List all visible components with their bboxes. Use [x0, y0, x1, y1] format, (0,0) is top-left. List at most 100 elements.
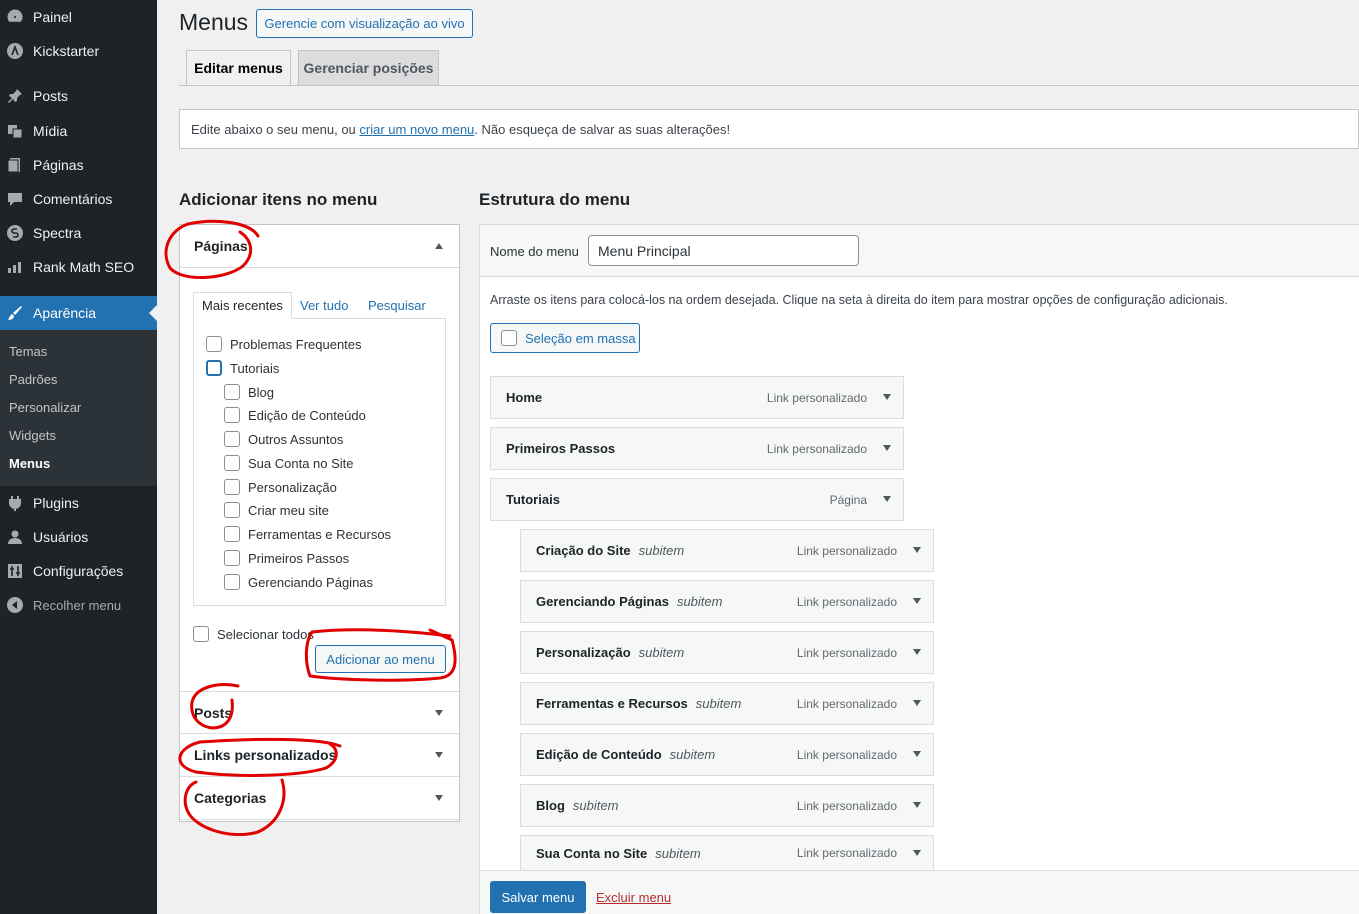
chevron-down-icon[interactable] [913, 850, 921, 856]
checkbox[interactable] [224, 550, 240, 566]
list-item[interactable]: Edição de Conteúdo [224, 407, 366, 423]
list-item[interactable]: Personalização [224, 479, 337, 495]
menu-item-primeiros-passos[interactable]: Primeiros Passos Link personalizado [490, 427, 904, 470]
add-items-heading: Adicionar itens no menu [179, 190, 378, 209]
create-new-menu-link[interactable]: criar um novo menu [359, 122, 474, 137]
checkbox[interactable] [224, 455, 240, 471]
sidebar-item-rank-math[interactable]: Rank Math SEO [0, 251, 157, 283]
user-icon [6, 528, 24, 546]
chevron-down-icon[interactable] [913, 700, 921, 706]
pages-checklist: Problemas Frequentes Tutoriais Blog Ediç… [193, 318, 446, 606]
chevron-down-icon[interactable] [883, 445, 891, 451]
submenu-menus[interactable]: Menus [9, 456, 50, 471]
section-categories-header[interactable]: Categorias [180, 777, 459, 820]
sidebar-item-label: Kickstarter [33, 43, 100, 59]
list-item[interactable]: Sua Conta no Site [224, 455, 354, 471]
checkbox[interactable] [224, 526, 240, 542]
notice-bar: Edite abaixo o seu menu, ou criar um nov… [179, 109, 1359, 149]
sidebar-item-kickstarter[interactable]: Kickstarter [0, 35, 157, 67]
spectra-icon [6, 224, 24, 242]
sidebar-item-paginas[interactable]: Páginas [0, 149, 157, 181]
menu-item-tutoriais[interactable]: Tutoriais Página [490, 478, 904, 521]
menu-item-criacao-do-site[interactable]: Criação do Site subitem Link personalizad… [520, 529, 934, 572]
checkbox[interactable] [224, 431, 240, 447]
chevron-down-icon [435, 795, 443, 801]
checkbox[interactable] [224, 384, 240, 400]
subtab-most-recent[interactable]: Mais recentes [193, 292, 292, 319]
submenu-widgets[interactable]: Widgets [9, 428, 56, 443]
sidebar-item-posts[interactable]: Posts [0, 80, 157, 112]
section-posts-header[interactable]: Posts [180, 691, 459, 734]
checkbox[interactable] [224, 407, 240, 423]
sidebar-item-comentarios[interactable]: Comentários [0, 183, 157, 215]
menu-item-home[interactable]: Home Link personalizado [490, 376, 904, 419]
list-item[interactable]: Tutoriais [206, 360, 279, 376]
add-to-menu-button[interactable]: Adicionar ao menu [315, 645, 446, 673]
submenu-temas[interactable]: Temas [9, 344, 47, 359]
menu-item-ferramentas[interactable]: Ferramentas e Recursos subitem Link perso… [520, 682, 934, 725]
list-item[interactable]: Outros Assuntos [224, 431, 343, 447]
sidebar-item-plugins[interactable]: Plugins [0, 487, 157, 519]
sidebar-item-configuracoes[interactable]: Configurações [0, 555, 157, 587]
list-item[interactable]: Ferramentas e Recursos [224, 526, 391, 542]
section-paginas-header[interactable]: Páginas [180, 225, 459, 268]
delete-menu-link[interactable]: Excluir menu [596, 890, 671, 905]
chevron-down-icon[interactable] [913, 802, 921, 808]
notice-text-after: . Não esqueça de salvar as suas alteraçõ… [474, 121, 731, 137]
list-item[interactable]: Primeiros Passos [224, 550, 349, 566]
menu-item-edicao-conteudo[interactable]: Edição de Conteúdo subitem Link personali… [520, 733, 934, 776]
sidebar-item-midia[interactable]: Mídia [0, 115, 157, 147]
menu-name-label: Nome do menu [490, 244, 579, 259]
sidebar-item-painel[interactable]: Painel [0, 1, 157, 33]
sidebar-item-label: Rank Math SEO [33, 259, 135, 275]
list-item[interactable]: Problemas Frequentes [206, 336, 362, 352]
live-preview-button[interactable]: Gerencie com visualização ao vivo [256, 9, 473, 38]
subtab-view-all[interactable]: Ver tudo [292, 292, 356, 319]
notice-text-before: Edite abaixo o seu menu, ou [191, 121, 356, 137]
sidebar-item-spectra[interactable]: Spectra [0, 217, 157, 249]
list-item[interactable]: Criar meu site [224, 502, 329, 518]
dashboard-icon [6, 8, 24, 26]
sidebar-item-label: Configurações [33, 563, 124, 579]
menu-structure-heading: Estrutura do menu [479, 190, 631, 209]
menu-item-gerenciando-paginas[interactable]: Gerenciando Páginas subitem Link personal… [520, 580, 934, 623]
sidebar-collapse-menu[interactable]: Recolher menu [0, 589, 157, 621]
select-all-checkbox[interactable] [193, 626, 209, 642]
subtab-search[interactable]: Pesquisar [360, 292, 434, 319]
chevron-up-icon [435, 243, 443, 249]
collapse-icon [6, 596, 24, 614]
menu-item-sua-conta[interactable]: Sua Conta no Site subitem Link personaliz… [520, 835, 934, 870]
submenu-padroes[interactable]: Padrões [9, 372, 57, 387]
chevron-down-icon[interactable] [913, 547, 921, 553]
bulk-checkbox[interactable] [501, 330, 517, 346]
checkbox[interactable] [206, 336, 222, 352]
drag-hint-text: Arraste os itens para colocá-los na orde… [490, 293, 1228, 307]
chevron-down-icon[interactable] [913, 598, 921, 604]
chevron-down-icon[interactable] [913, 751, 921, 757]
chevron-down-icon[interactable] [883, 496, 891, 502]
select-all[interactable]: Selecionar todos [193, 626, 314, 642]
chevron-down-icon[interactable] [913, 649, 921, 655]
add-items-accordion: Páginas Mais recentes Ver tudo Pesquisar… [179, 224, 460, 822]
menu-item-blog[interactable]: Blog subitem Link personalizado [520, 784, 934, 827]
sidebar-item-usuarios[interactable]: Usuários [0, 521, 157, 553]
save-menu-button[interactable]: Salvar menu [490, 881, 586, 913]
list-item[interactable]: Blog [224, 384, 274, 400]
checkbox[interactable] [206, 360, 222, 376]
submenu-personalizar[interactable]: Personalizar [9, 400, 81, 415]
sidebar-item-aparencia[interactable]: Aparência [0, 296, 157, 330]
section-custom-links-header[interactable]: Links personalizados [180, 734, 459, 777]
chevron-down-icon[interactable] [883, 394, 891, 400]
checkbox[interactable] [224, 574, 240, 590]
menu-name-input[interactable] [588, 235, 859, 266]
menu-item-personalizacao[interactable]: Personalização subitem Link personalizado [520, 631, 934, 674]
tab-manage-locations[interactable]: Gerenciar posições [298, 50, 439, 86]
checkbox[interactable] [224, 502, 240, 518]
checkbox[interactable] [224, 479, 240, 495]
list-item[interactable]: Gerenciando Páginas [224, 574, 373, 590]
chart-icon [6, 258, 24, 276]
bulk-select-button[interactable]: Seleção em massa [490, 323, 640, 353]
section-title: Páginas [194, 238, 248, 254]
sidebar-item-label: Usuários [33, 529, 89, 545]
tab-edit-menus[interactable]: Editar menus [186, 50, 291, 86]
